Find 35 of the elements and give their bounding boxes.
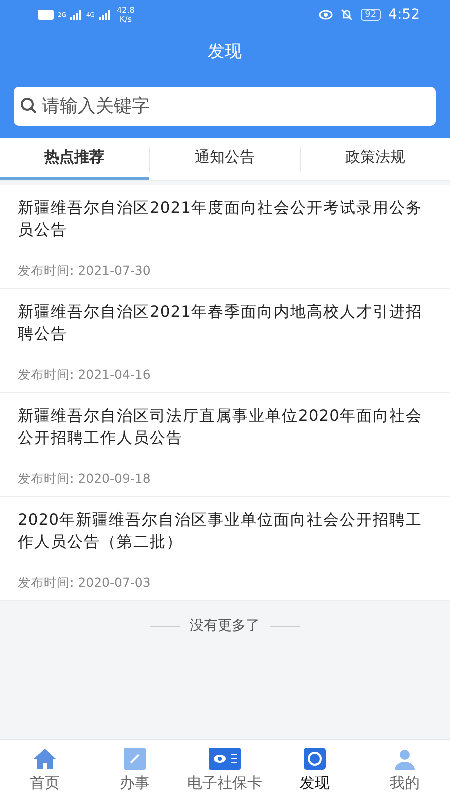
article-title: 新疆维吾尔自治区2021年春季面向内地高校人才引进招聘公告: [18, 302, 424, 345]
article-item[interactable]: 新疆维吾尔自治区2021年春季面向内地高校人才引进招聘公告 发布时间: 2021-04-16: [0, 289, 450, 393]
end-of-list-note: 没有更多了: [190, 617, 260, 635]
muted-bell-icon: [341, 9, 354, 21]
nav-item[interactable]: 办事: [90, 740, 180, 800]
tab[interactable]: 政策法规: [300, 138, 450, 180]
card-icon: [209, 748, 241, 770]
publish-date: 发布时间: 2020-09-18: [18, 471, 152, 488]
clock: 4:52: [388, 7, 420, 23]
publish-date: 发布时间: 2021-04-16: [18, 367, 152, 384]
compass-icon: [303, 748, 327, 770]
signal-icon: [70, 10, 82, 20]
eye-icon: [319, 10, 334, 20]
publish-date: 发布时间: 2021-07-30: [18, 263, 152, 280]
nav-item[interactable]: 我的: [360, 740, 450, 800]
nav-item[interactable]: 电子社保卡: [180, 740, 270, 800]
nav-item[interactable]: 首页: [0, 740, 90, 800]
nav-item[interactable]: 发现: [270, 740, 360, 800]
pencil-icon: [123, 748, 147, 770]
signal-icon: [98, 10, 111, 20]
battery-level: 92: [361, 9, 381, 21]
article-item[interactable]: 2020年新疆维吾尔自治区事业单位面向社会公开招聘工作人员公告（第二批） 发布时间: 2020-07-03: [0, 497, 450, 601]
article-item[interactable]: 新疆维吾尔自治区2021年度面向社会公开考试录用公务员公告 发布时间: 2021-07-30: [0, 185, 450, 289]
article-title: 新疆维吾尔自治区司法厅直属事业单位2020年面向社会公开招聘工作人员公告: [18, 406, 424, 449]
publish-date: 发布时间: 2020-07-03: [18, 575, 152, 592]
page-title: 发现: [207, 41, 243, 64]
house-icon: [33, 748, 57, 770]
article-title: 新疆维吾尔自治区2021年度面向社会公开考试录用公务员公告: [18, 198, 424, 241]
article-item[interactable]: 新疆维吾尔自治区司法厅直属事业单位2020年面向社会公开招聘工作人员公告 发布时间: 2020-09-18: [0, 393, 450, 497]
tab[interactable]: 热点推荐: [0, 138, 150, 180]
person-icon: [393, 748, 417, 770]
search-field[interactable]: 请输入关键字: [14, 87, 436, 126]
network-speed: 42.8 K/s: [116, 6, 136, 24]
tab[interactable]: 通知公告: [150, 138, 300, 180]
article-title: 2020年新疆维吾尔自治区事业单位面向社会公开招聘工作人员公告（第二批）: [18, 510, 424, 553]
